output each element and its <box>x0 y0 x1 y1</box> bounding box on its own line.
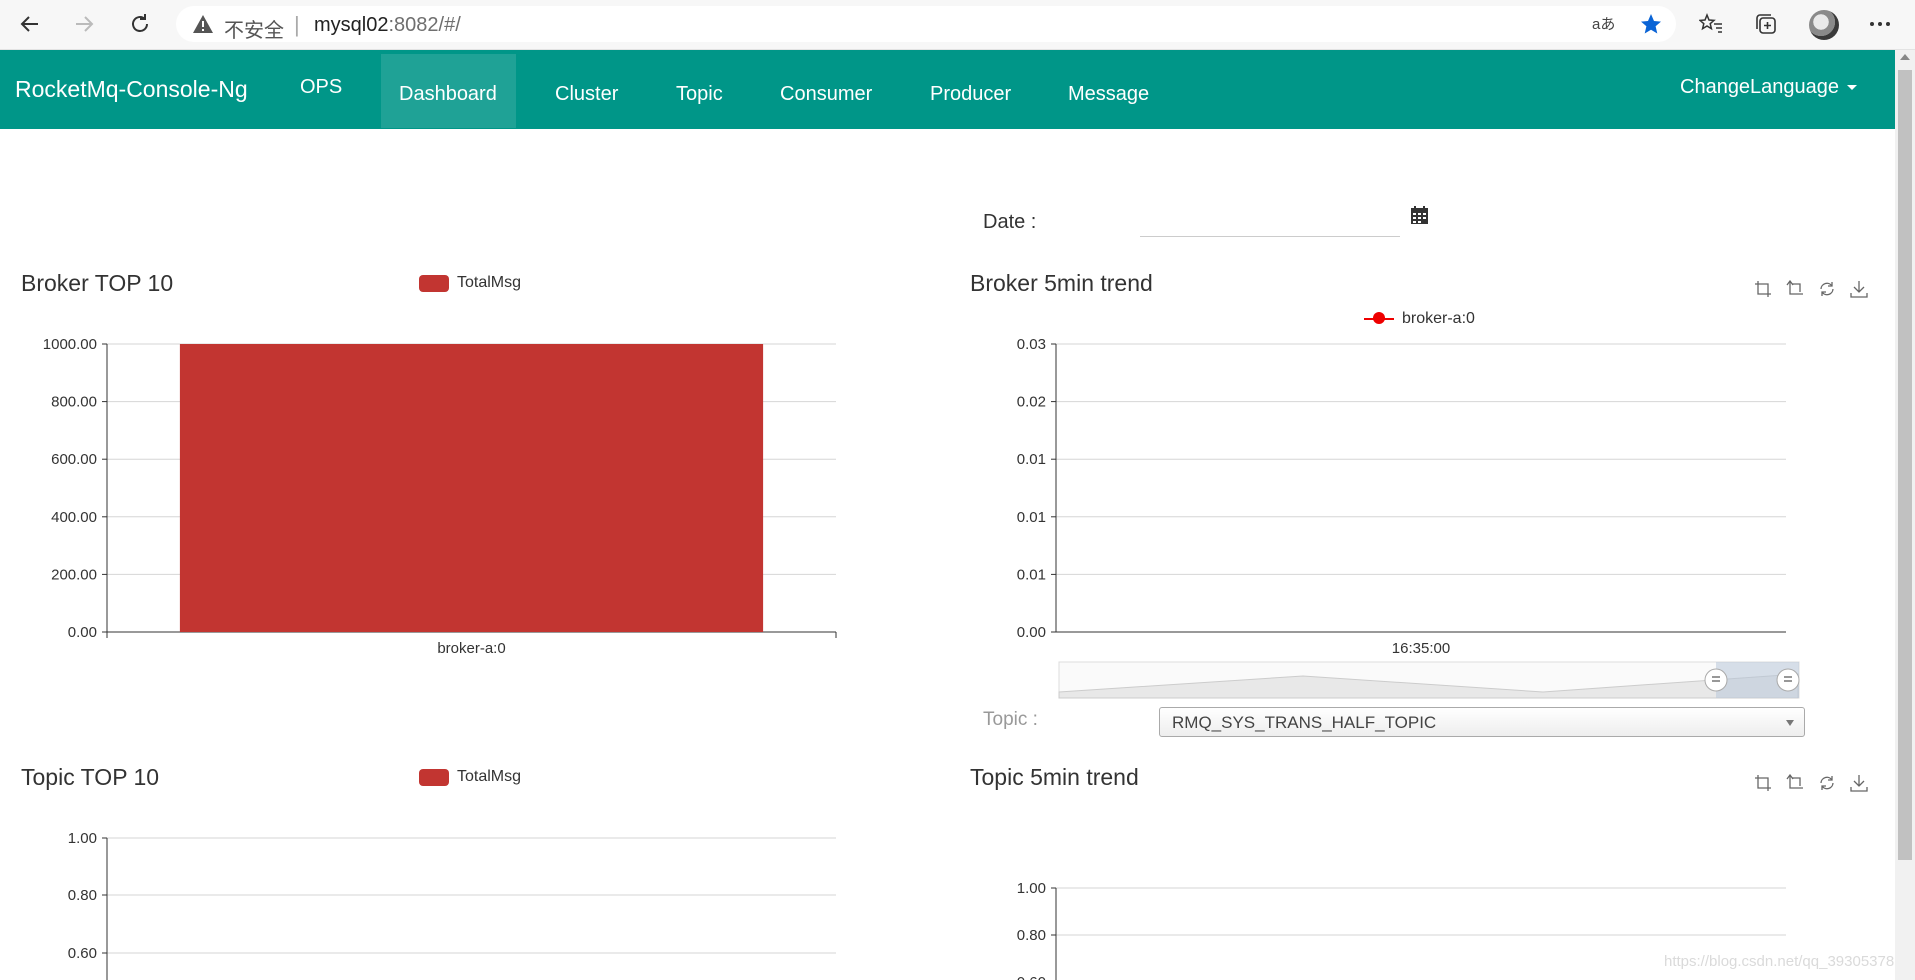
y-tick-label: 1.00 <box>1017 880 1046 897</box>
legend-swatch <box>419 768 449 786</box>
x-tick-label: broker-a:0 <box>437 640 505 657</box>
change-language-dropdown[interactable]: ChangeLanguage <box>1680 76 1858 99</box>
read-aloud-icon[interactable]: aあ <box>1589 8 1621 40</box>
legend-label: TotalMsg <box>457 274 522 291</box>
zoom-reset-icon[interactable] <box>1784 278 1806 300</box>
download-icon[interactable] <box>1848 772 1870 794</box>
date-input[interactable] <box>1140 206 1400 237</box>
y-tick-label: 0.01 <box>1017 451 1046 468</box>
y-tick-label: 0.00 <box>68 624 97 641</box>
nav-dashboard[interactable]: Dashboard <box>381 54 516 128</box>
zoom-reset-icon[interactable] <box>1784 772 1806 794</box>
y-tick-label: 400.00 <box>51 509 97 526</box>
address-bar[interactable]: 不安全 | mysql02:8082/#/ <box>176 6 1676 42</box>
legend-swatch <box>419 274 449 292</box>
favorite-star-icon[interactable] <box>1635 8 1667 40</box>
warning-icon <box>192 13 214 40</box>
favorites-list-icon[interactable] <box>1695 8 1727 40</box>
y-tick-label: 0.60 <box>68 945 97 962</box>
calendar-icon[interactable] <box>1411 206 1428 229</box>
nav-producer[interactable]: Producer <box>912 54 1029 128</box>
restore-icon[interactable] <box>1816 278 1838 300</box>
data-zoom-slider[interactable] <box>1058 660 1808 706</box>
more-options-icon[interactable] <box>1864 8 1896 40</box>
zoom-icon[interactable] <box>1752 772 1774 794</box>
page-scrollbar[interactable] <box>1895 50 1915 980</box>
slider-handle-right-icon <box>1776 668 1800 692</box>
nav-ops[interactable]: OPS <box>282 50 360 124</box>
broker-top-legend[interactable]: TotalMsg <box>419 274 521 292</box>
y-tick-label: 0.80 <box>1017 927 1046 944</box>
broker-trend-chart: 0.00 0.01 0.01 0.01 0.02 0.03 16:35:00 <box>1017 336 1786 657</box>
y-tick-label: 200.00 <box>51 566 97 583</box>
x-tick-label: 16:35:00 <box>1392 640 1450 657</box>
y-tick-label: 0.01 <box>1017 566 1046 583</box>
scroll-up-arrow-icon[interactable] <box>1900 54 1910 60</box>
change-language-label: ChangeLanguage <box>1680 76 1840 98</box>
svg-text:aあ: aあ <box>1592 16 1615 33</box>
bar <box>179 344 764 632</box>
select-arrow-icon <box>1786 720 1794 726</box>
y-tick-label: 600.00 <box>51 451 97 468</box>
nav-cluster[interactable]: Cluster <box>537 54 636 128</box>
broker-trend-toolbox <box>1752 278 1870 300</box>
y-tick-label: 800.00 <box>51 394 97 411</box>
url-host: mysql02 <box>314 14 389 36</box>
browser-toolbar: 不安全 | mysql02:8082/#/ aあ <box>0 0 1915 50</box>
broker-trend-title: Broker 5min trend <box>970 270 1153 296</box>
broker-top-chart: 0.00 200.00 400.00 600.00 800.00 1000.00 broke… <box>43 336 837 657</box>
caret-down-icon <box>1847 85 1858 91</box>
back-icon[interactable] <box>14 8 46 40</box>
collections-icon[interactable] <box>1750 8 1782 40</box>
y-tick-label: 0.01 <box>1017 509 1046 526</box>
download-icon[interactable] <box>1848 278 1870 300</box>
topic-trend-title: Topic 5min trend <box>970 764 1139 790</box>
topic-top-chart: 1.00 0.80 0.60 <box>68 830 836 980</box>
address-separator: | <box>294 12 300 37</box>
watermark: https://blog.csdn.net/qq_39305378 <box>1664 953 1895 970</box>
y-tick-label: 0.03 <box>1017 336 1046 353</box>
nav-message[interactable]: Message <box>1050 54 1167 128</box>
y-tick-label: 1000.00 <box>43 336 97 353</box>
legend-label: TotalMsg <box>457 768 522 785</box>
topic-select[interactable]: RMQ_SYS_TRANS_HALF_TOPIC <box>1159 707 1805 737</box>
y-tick-label: 0.80 <box>68 887 97 904</box>
zoom-icon[interactable] <box>1752 278 1774 300</box>
nav-consumer[interactable]: Consumer <box>762 54 890 128</box>
url-path: :8082/#/ <box>388 14 461 36</box>
insecure-label: 不安全 <box>224 18 284 42</box>
refresh-icon[interactable] <box>124 8 156 40</box>
slider-handle-left-icon <box>1704 668 1728 692</box>
url-text[interactable]: mysql02:8082/#/ <box>314 14 461 37</box>
scrollbar-thumb[interactable] <box>1898 70 1912 860</box>
forward-icon[interactable] <box>68 8 100 40</box>
topic-select-value: RMQ_SYS_TRANS_HALF_TOPIC <box>1172 713 1437 732</box>
y-tick-label: 0.00 <box>1017 624 1046 641</box>
date-label: Date : <box>983 211 1037 233</box>
profile-avatar[interactable] <box>1809 10 1839 40</box>
topic-trend-toolbox <box>1752 772 1870 794</box>
topic-top-title: Topic TOP 10 <box>21 764 160 790</box>
restore-icon[interactable] <box>1816 772 1838 794</box>
brand-logo-text[interactable]: RocketMq-Console-Ng <box>15 76 248 103</box>
topic-top-legend[interactable]: TotalMsg <box>419 768 521 786</box>
broker-top-title: Broker TOP 10 <box>21 270 174 296</box>
y-tick-label: 0.60 <box>1017 974 1046 980</box>
nav-topic[interactable]: Topic <box>658 54 741 128</box>
y-tick-label: 0.02 <box>1017 394 1046 411</box>
y-tick-label: 1.00 <box>68 830 97 847</box>
topic-select-label: Topic : <box>983 709 1038 730</box>
